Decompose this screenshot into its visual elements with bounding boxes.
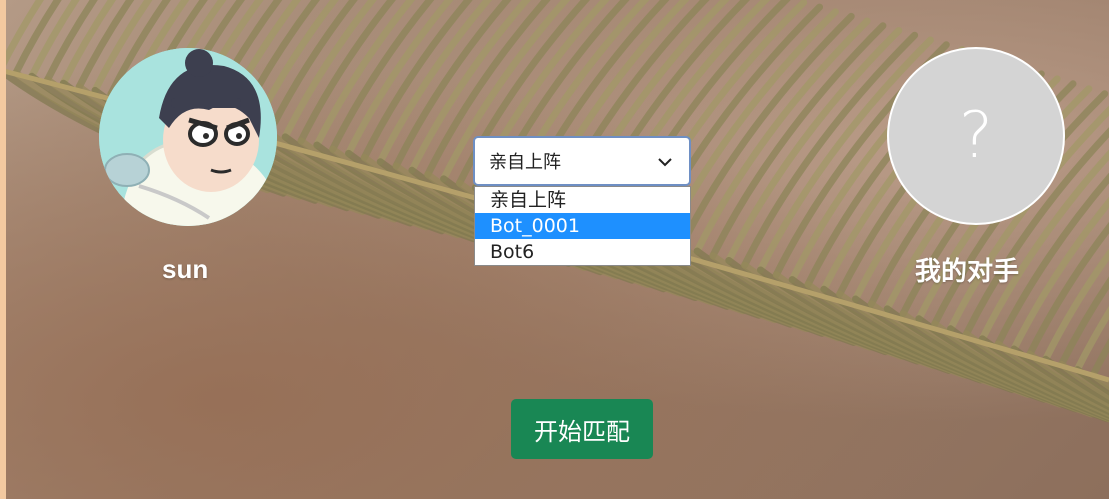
bot-select[interactable]: 亲自上阵 bbox=[473, 136, 691, 186]
bot-option-bot-0001[interactable]: Bot_0001 bbox=[475, 213, 690, 239]
bot-option-bot6[interactable]: Bot6 bbox=[475, 239, 690, 265]
chevron-down-icon bbox=[658, 158, 672, 167]
bot-select-value: 亲自上阵 bbox=[489, 152, 561, 173]
my-username: sun bbox=[162, 254, 209, 284]
my-avatar bbox=[99, 48, 277, 226]
start-match-button[interactable]: 开始匹配 bbox=[511, 399, 653, 459]
bot-select-dropdown: 亲自上阵 Bot_0001 Bot6 bbox=[474, 186, 691, 266]
question-mark-icon: ? bbox=[959, 99, 993, 173]
opponent-username: 我的对手 bbox=[915, 257, 1020, 287]
bot-option-self[interactable]: 亲自上阵 bbox=[475, 187, 690, 213]
left-edge-strip bbox=[0, 0, 6, 499]
opponent-avatar: ? bbox=[887, 47, 1065, 225]
cartoon-avatar-image bbox=[99, 48, 277, 226]
